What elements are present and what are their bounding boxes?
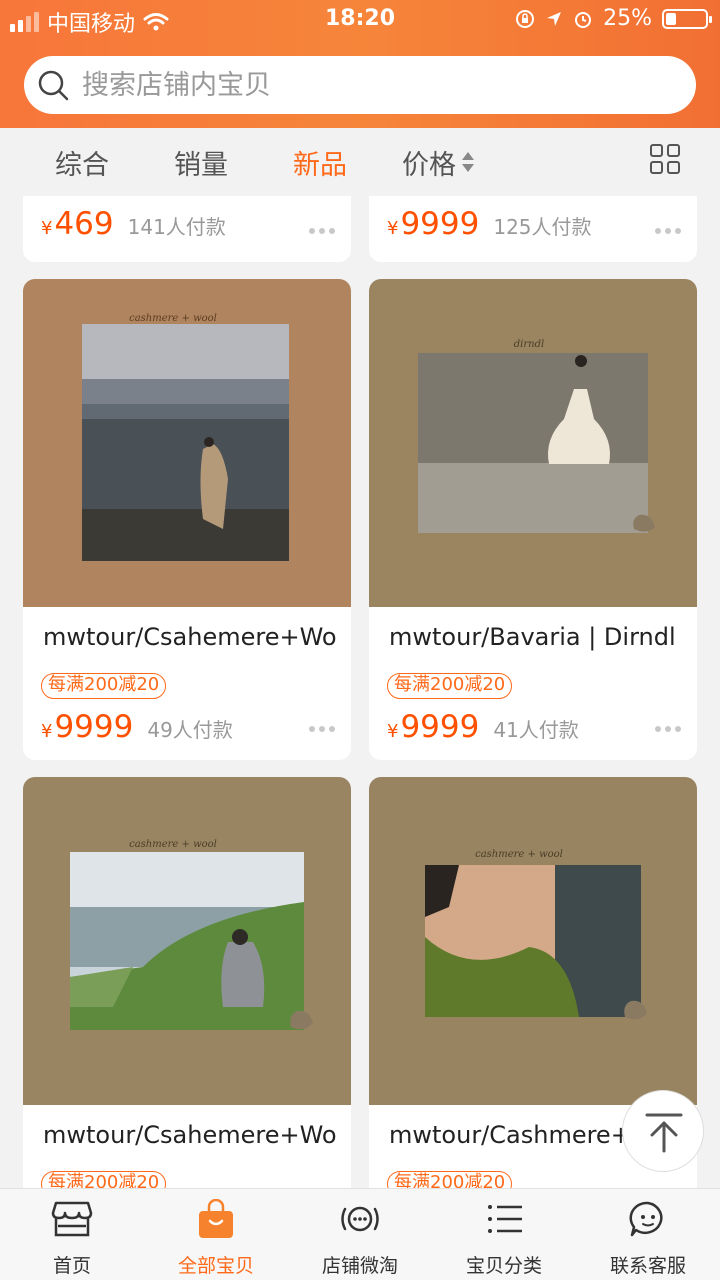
currency-symbol: ¥ [41,721,53,742]
price-row: ¥ 469 141人付款 [41,206,226,242]
price: 469 [54,206,114,242]
promo-badge: 每满200减20 [41,1171,167,1188]
shopping-bag-icon [199,1199,233,1238]
grid-view-icon[interactable] [650,144,680,174]
sort-tab-new[interactable]: 新品 [293,140,347,184]
price-row: ¥ 9999 41人付款 [387,709,579,745]
more-icon[interactable] [309,228,335,236]
product-image[interactable]: cashmere + wool [369,777,697,1105]
rotation-lock-icon [516,9,535,28]
battery-icon [662,8,712,29]
battery-percent: 25% [603,6,652,31]
more-icon[interactable] [309,726,335,734]
product-card-partial[interactable]: ¥ 469 141人付款 [23,196,351,262]
price: 9999 [400,206,480,242]
sort-arrows-icon [462,152,474,172]
price-row: ¥ 9999 125人付款 [387,206,592,242]
image-caption: cashmere + wool [475,849,563,860]
product-title: mwtour/Bavaria | Dirndl | [389,623,685,651]
sold-count: 41人付款 [493,718,579,742]
currency-symbol: ¥ [387,721,399,742]
search-bar[interactable] [24,56,696,114]
sort-tab-label: 价格 [402,149,456,181]
price: 9999 [400,709,480,745]
nav-item-all-products[interactable]: 全部宝贝 [144,1189,288,1280]
sold-count: 49人付款 [147,718,233,742]
nav-item-customer-service[interactable]: 联系客服 [576,1189,720,1280]
list-icon [488,1205,522,1233]
nav-label: 店铺微淘 [321,1255,398,1277]
product-title: mwtour/Csahemere+Wo [43,623,337,651]
battery-fill [666,12,676,25]
promo-badge: 每满200减20 [41,673,167,699]
product-image[interactable]: cashmere + wool [23,777,351,1105]
sort-tab-price[interactable]: 价格 [402,140,474,184]
nav-label: 全部宝贝 [177,1255,254,1277]
image-caption: cashmere + wool [129,313,217,324]
sort-tab-label: 销量 [174,149,228,181]
arrow-up-icon [645,1113,683,1153]
nav-item-categories[interactable]: 宝贝分类 [432,1189,576,1280]
price: 9999 [54,709,134,745]
search-input[interactable] [82,64,672,106]
product-card[interactable]: cashmere + wool mwtour/Csahemere+Wo 每满20… [23,279,351,760]
status-right: 25% [515,6,712,31]
product-image[interactable]: dirndl [369,279,697,607]
more-icon[interactable] [655,726,681,734]
alarm-icon [575,11,592,28]
promo-badge: 每满200减20 [387,1171,513,1188]
more-icon[interactable] [655,228,681,236]
search-icon [38,70,69,101]
product-card[interactable]: cashmere + wool mwtour/Csahemere+Wo 每满20… [23,777,351,1188]
nav-item-weitao[interactable]: 店铺微淘 [288,1189,432,1280]
product-card[interactable]: dirndl mwtour/Bavaria | Dirndl | 每满200减2… [369,279,697,760]
header: 中国移动 18:20 25% [0,0,720,128]
product-image[interactable]: cashmere + wool [23,279,351,607]
broadcast-icon [341,1206,379,1232]
location-icon [547,11,562,26]
sort-tab-sales[interactable]: 销量 [174,140,228,184]
product-grid: ¥ 469 141人付款 ¥ 9999 125人付款 cashmere + wo… [0,196,720,1188]
price-row: ¥ 9999 49人付款 [41,709,233,745]
product-card-partial[interactable]: ¥ 9999 125人付款 [369,196,697,262]
nav-label: 宝贝分类 [465,1255,542,1277]
chat-bubble-icon [629,1201,663,1237]
product-title: mwtour/Csahemere+Wo [43,1121,337,1149]
nav-item-home[interactable]: 首页 [0,1189,144,1280]
sort-tab-label: 综合 [55,149,109,181]
status-bar: 中国移动 18:20 25% [0,0,720,40]
promo-badge: 每满200减20 [387,673,513,699]
back-to-top-button[interactable] [622,1090,704,1172]
sold-count: 141人付款 [127,215,226,239]
sort-tab-comprehensive[interactable]: 综合 [55,140,109,184]
sort-bar: 综合 销量 新品 价格 [0,128,720,196]
sold-count: 125人付款 [493,215,592,239]
storefront-icon [51,1201,93,1237]
sort-tab-label: 新品 [293,149,347,181]
image-caption: dirndl [514,339,544,350]
currency-symbol: ¥ [387,218,399,239]
image-caption: cashmere + wool [129,839,217,850]
nav-label: 首页 [52,1255,91,1277]
currency-symbol: ¥ [41,218,53,239]
nav-label: 联系客服 [609,1255,686,1277]
bottom-nav: 首页 全部宝贝 店铺微淘 宝贝分类 联系客服 [0,1188,720,1280]
